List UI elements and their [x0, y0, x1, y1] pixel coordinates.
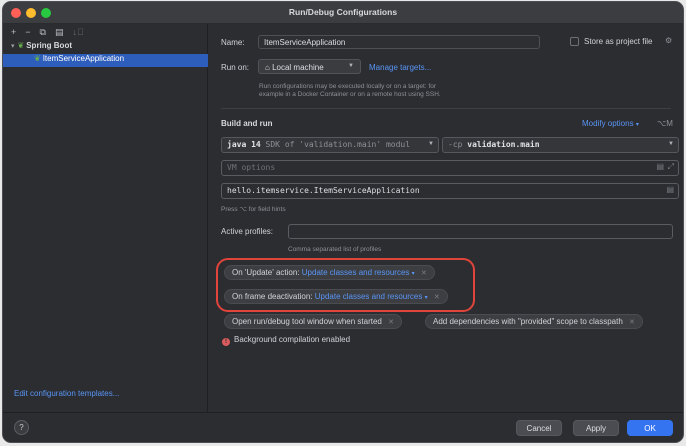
field-hints-text: Press ⌥ for field hints	[221, 206, 286, 213]
configurations-sidebar: + − ⧉ ▤ ↓⃥ ▾ ❦ Spring Boot ❦ ItemServiceApp…	[3, 24, 208, 412]
close-icon[interactable]: ✕	[629, 319, 635, 326]
vm-options-field[interactable]: VM options ▤ ⤢	[221, 160, 679, 176]
copy-configuration-icon[interactable]: ⧉	[40, 27, 46, 41]
chevron-down-icon: ▼	[428, 141, 434, 147]
close-icon[interactable]: ✕	[388, 319, 394, 326]
store-as-project-file-checkbox[interactable]	[570, 37, 579, 46]
jdk-detail: SDK of 'validation.main' modul	[265, 140, 411, 149]
active-profiles-hint: Comma separated list of profiles	[288, 246, 382, 253]
sort-configurations-icon[interactable]: ↓⃥	[72, 27, 83, 41]
run-on-label: Run on:	[221, 63, 250, 72]
remove-configuration-icon[interactable]: −	[25, 27, 30, 41]
open-tool-window-option[interactable]: Open run/debug tool window when started …	[224, 314, 402, 329]
title-bar: Run/Debug Configurations	[3, 2, 683, 24]
highlight-outline	[216, 258, 475, 312]
home-icon: ⌂	[265, 63, 273, 72]
manage-targets-link[interactable]: Manage targets...	[369, 63, 431, 72]
active-profiles-field[interactable]	[288, 224, 673, 239]
build-and-run-title: Build and run	[221, 119, 273, 128]
browse-icon[interactable]: ▤	[666, 185, 674, 194]
background-compilation-warning: ! Background compilation enabled	[222, 335, 350, 346]
tree-item-label: ItemServiceApplication	[42, 54, 125, 63]
dialog-footer: ? Cancel Apply OK	[3, 412, 683, 442]
spring-boot-icon: ❦	[17, 41, 25, 50]
open-tool-window-label: Open run/debug tool window when started	[232, 317, 382, 326]
configuration-form: Name: ItemServiceApplication Store as pr…	[209, 24, 683, 412]
ok-button[interactable]: OK	[627, 420, 673, 436]
name-field[interactable]: ItemServiceApplication	[258, 35, 540, 49]
spring-boot-app-icon: ❦	[34, 54, 41, 63]
modify-options-link[interactable]: Modify options ▾	[582, 119, 639, 128]
add-dependencies-option[interactable]: Add dependencies with "provided" scope t…	[425, 314, 643, 329]
chevron-down-icon: ▼	[348, 63, 354, 69]
run-on-value: Local machine	[272, 63, 324, 72]
apply-button[interactable]: Apply	[573, 420, 619, 436]
classpath-flag: -cp	[448, 140, 463, 149]
run-on-hint-line-2: example in a Docker Container or on a re…	[259, 91, 441, 98]
tree-item-itemserviceapplication[interactable]: ❦ ItemServiceApplication	[3, 54, 208, 67]
edit-configuration-templates-link[interactable]: Edit configuration templates...	[14, 389, 119, 398]
section-divider	[221, 108, 671, 109]
chevron-down-icon: ▾	[635, 122, 639, 128]
help-button[interactable]: ?	[14, 420, 29, 435]
jdk-version: java 14	[227, 140, 261, 149]
run-debug-configurations-dialog: Run/Debug Configurations + − ⧉ ▤ ↓⃥ ▾ ❦ Sp…	[2, 1, 684, 443]
main-class-field[interactable]: hello.itemservice.ItemServiceApplication…	[221, 183, 679, 199]
expand-icon[interactable]: ⤢	[668, 162, 674, 172]
list-icon[interactable]: ▤	[656, 162, 664, 171]
classpath-module-selector[interactable]: -cp validation.main ▼	[442, 137, 679, 153]
chevron-down-icon: ▼	[668, 141, 674, 147]
main-class-value: hello.itemservice.ItemServiceApplication	[227, 186, 420, 195]
vm-options-placeholder: VM options	[227, 163, 276, 172]
add-dependencies-label: Add dependencies with "provided" scope t…	[433, 317, 623, 326]
cancel-button[interactable]: Cancel	[516, 420, 562, 436]
modify-options-label: Modify options	[582, 119, 634, 128]
classpath-value: validation.main	[467, 140, 540, 149]
tree-group-spring-boot[interactable]: ▾ ❦ Spring Boot	[3, 41, 208, 54]
name-label: Name:	[221, 38, 245, 47]
chevron-down-icon[interactable]: ▾	[11, 43, 15, 50]
add-configuration-icon[interactable]: +	[11, 27, 16, 41]
move-to-folder-icon[interactable]: ▤	[55, 27, 64, 41]
gear-icon[interactable]: ⚙	[665, 36, 672, 45]
store-as-project-file-label: Store as project file	[584, 37, 653, 46]
jdk-selector[interactable]: java 14 SDK of 'validation.main' modul ▼	[221, 137, 439, 153]
active-profiles-label: Active profiles:	[221, 227, 274, 236]
window-title: Run/Debug Configurations	[288, 7, 398, 17]
modify-options-shortcut: ⌥M	[657, 119, 673, 128]
error-icon: !	[222, 338, 230, 346]
background-compilation-text: Background compilation enabled	[234, 335, 351, 344]
tree-group-label: Spring Boot	[26, 41, 72, 50]
run-on-combobox[interactable]: ⌂ Local machine ▼	[258, 59, 361, 74]
sidebar-toolbar: + − ⧉ ▤ ↓⃥	[11, 27, 84, 41]
